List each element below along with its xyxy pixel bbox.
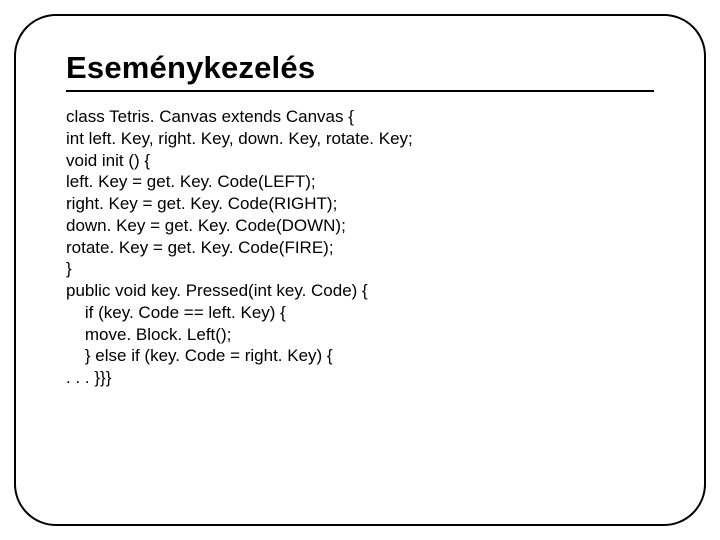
slide-title: Eseménykezelés [66, 50, 654, 86]
slide-frame: Eseménykezelés class Tetris. Canvas exte… [14, 14, 706, 526]
title-underline [66, 90, 654, 92]
code-block: class Tetris. Canvas extends Canvas { in… [66, 106, 654, 389]
